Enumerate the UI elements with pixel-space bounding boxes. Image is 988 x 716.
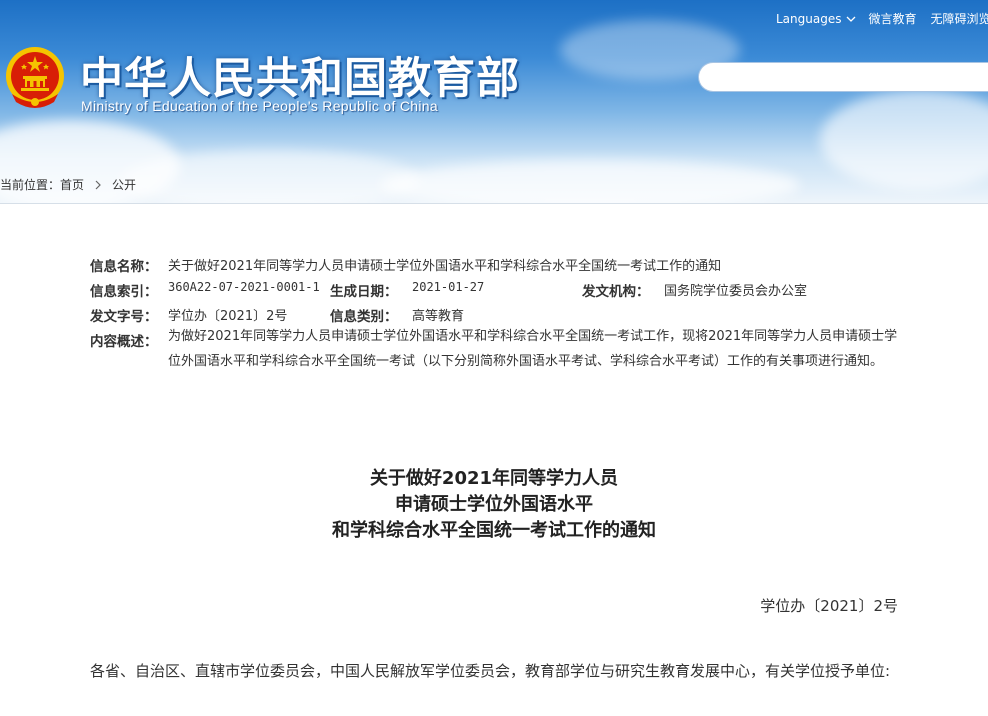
info-docno-label: 发文字号： <box>90 309 158 325</box>
info-row-name: 信息名称： 关于做好2021年同等学力人员申请硕士学位外国语水平和学科综合水平全… <box>90 255 902 280</box>
info-index-label: 信息索引： <box>90 284 158 300</box>
chevron-down-icon <box>847 16 856 22</box>
article-doc-number: 学位办〔2021〕2号 <box>760 597 898 615</box>
breadcrumb-current-link[interactable]: 公开 <box>112 176 136 193</box>
chevron-right-icon <box>95 180 101 189</box>
info-org-value: 国务院学位委员会办公室 <box>664 284 808 299</box>
info-summary-value: 为做好2021年同等学力人员申请硕士学位外国语水平和学科综合水平全国统一考试工作… <box>168 329 898 369</box>
article-salutation: 各省、自治区、直辖市学位委员会，中国人民解放军学位委员会，教育部学位与研究生教育… <box>90 662 891 680</box>
cloud-decoration <box>120 150 420 203</box>
info-date-value: 2021-01-27 <box>412 280 485 294</box>
search-box <box>698 62 988 92</box>
info-name-label: 信息名称： <box>90 259 158 275</box>
info-row-index: 信息索引： 360A22-07-2021-0001-1 生成日期： 2021-0… <box>90 280 902 305</box>
info-row-summary: 内容概述： 为做好2021年同等学力人员申请硕士学位外国语水平和学科综合水平全国… <box>90 329 902 374</box>
languages-label: Languages <box>776 11 842 26</box>
info-name-value: 关于做好2021年同等学力人员申请硕士学位外国语水平和学科综合水平全国统一考试工… <box>168 259 722 274</box>
breadcrumb: 当前位置： 首页 公开 <box>0 176 136 193</box>
info-docno-value: 学位办〔2021〕2号 <box>168 309 288 324</box>
info-date-label: 生成日期： <box>330 284 398 300</box>
info-org-label: 发文机构： <box>582 284 650 300</box>
cloud-decoration <box>380 160 800 203</box>
info-summary-label: 内容概述： <box>90 334 158 350</box>
article-title-line: 申请硕士学位外国语水平 <box>395 494 593 515</box>
info-table: 信息名称： 关于做好2021年同等学力人员申请硕士学位外国语水平和学科综合水平全… <box>90 255 902 374</box>
national-emblem-icon[interactable] <box>4 44 66 114</box>
top-links: Languages 微言教育 无障碍浏览 <box>776 10 988 27</box>
breadcrumb-prefix: 当前位置： <box>0 178 61 192</box>
site-header: 中华人民共和国教育部 Ministry of Education of the … <box>0 0 988 204</box>
languages-dropdown[interactable]: Languages <box>776 12 856 26</box>
article-title-line: 关于做好2021年同等学力人员 <box>369 468 619 489</box>
site-subtitle: Ministry of Education of the People's Re… <box>81 98 438 114</box>
cloud-decoration <box>820 90 988 190</box>
info-category-value: 高等教育 <box>412 309 465 324</box>
breadcrumb-home-link[interactable]: 首页 <box>60 176 84 193</box>
weibo-link[interactable]: 微言教育 <box>868 10 916 27</box>
info-index-value: 360A22-07-2021-0001-1 <box>168 280 320 294</box>
article-title-line: 和学科综合水平全国统一考试工作的通知 <box>332 520 656 541</box>
info-category-label: 信息类别： <box>330 309 398 325</box>
site-title[interactable]: 中华人民共和国教育部 <box>80 44 520 106</box>
article-title: 关于做好2021年同等学力人员 申请硕士学位外国语水平 和学科综合水平全国统一考… <box>0 466 988 544</box>
accessibility-link[interactable]: 无障碍浏览 <box>931 10 988 27</box>
search-input[interactable] <box>713 63 953 91</box>
